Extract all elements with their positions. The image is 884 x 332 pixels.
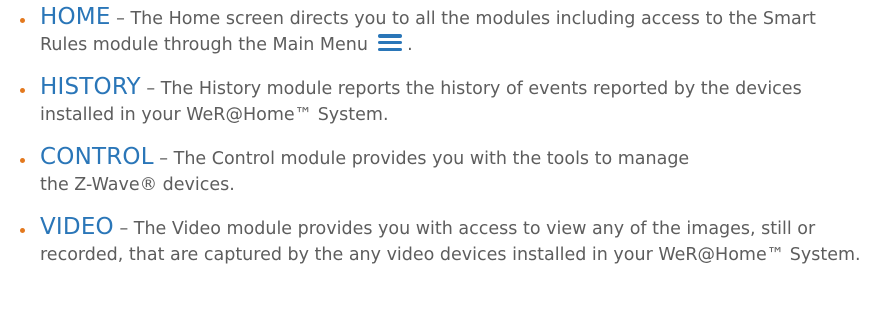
hamburger-menu-icon: [377, 34, 402, 52]
term-video: VIDEO: [40, 214, 114, 240]
term-history: HISTORY: [40, 74, 141, 100]
list-item-control: CONTROL – The Control module provides yo…: [20, 144, 690, 198]
list-item-home: HOME – The Home screen directs you to al…: [20, 4, 850, 58]
module-description-list: HOME – The Home screen directs you to al…: [20, 0, 880, 265]
dash: –: [146, 79, 156, 99]
term-home: HOME: [40, 4, 111, 30]
term-control: CONTROL: [40, 144, 154, 170]
bullet-icon: [20, 88, 25, 93]
dash: –: [119, 219, 129, 239]
list-item-video: VIDEO – The Video module provides you wi…: [20, 214, 870, 268]
description-video: The Video module provides you with acces…: [40, 219, 861, 265]
bullet-icon: [20, 228, 25, 233]
description-home-tail: .: [407, 35, 413, 55]
bullet-icon: [20, 158, 25, 163]
dash: –: [116, 9, 125, 29]
bullet-icon: [20, 18, 25, 23]
list-item-history: HISTORY – The History module reports the…: [20, 74, 810, 128]
dash: –: [159, 149, 169, 169]
description-home: The Home screen directs you to all the m…: [40, 9, 816, 55]
description-history: The History module reports the history o…: [40, 79, 802, 125]
